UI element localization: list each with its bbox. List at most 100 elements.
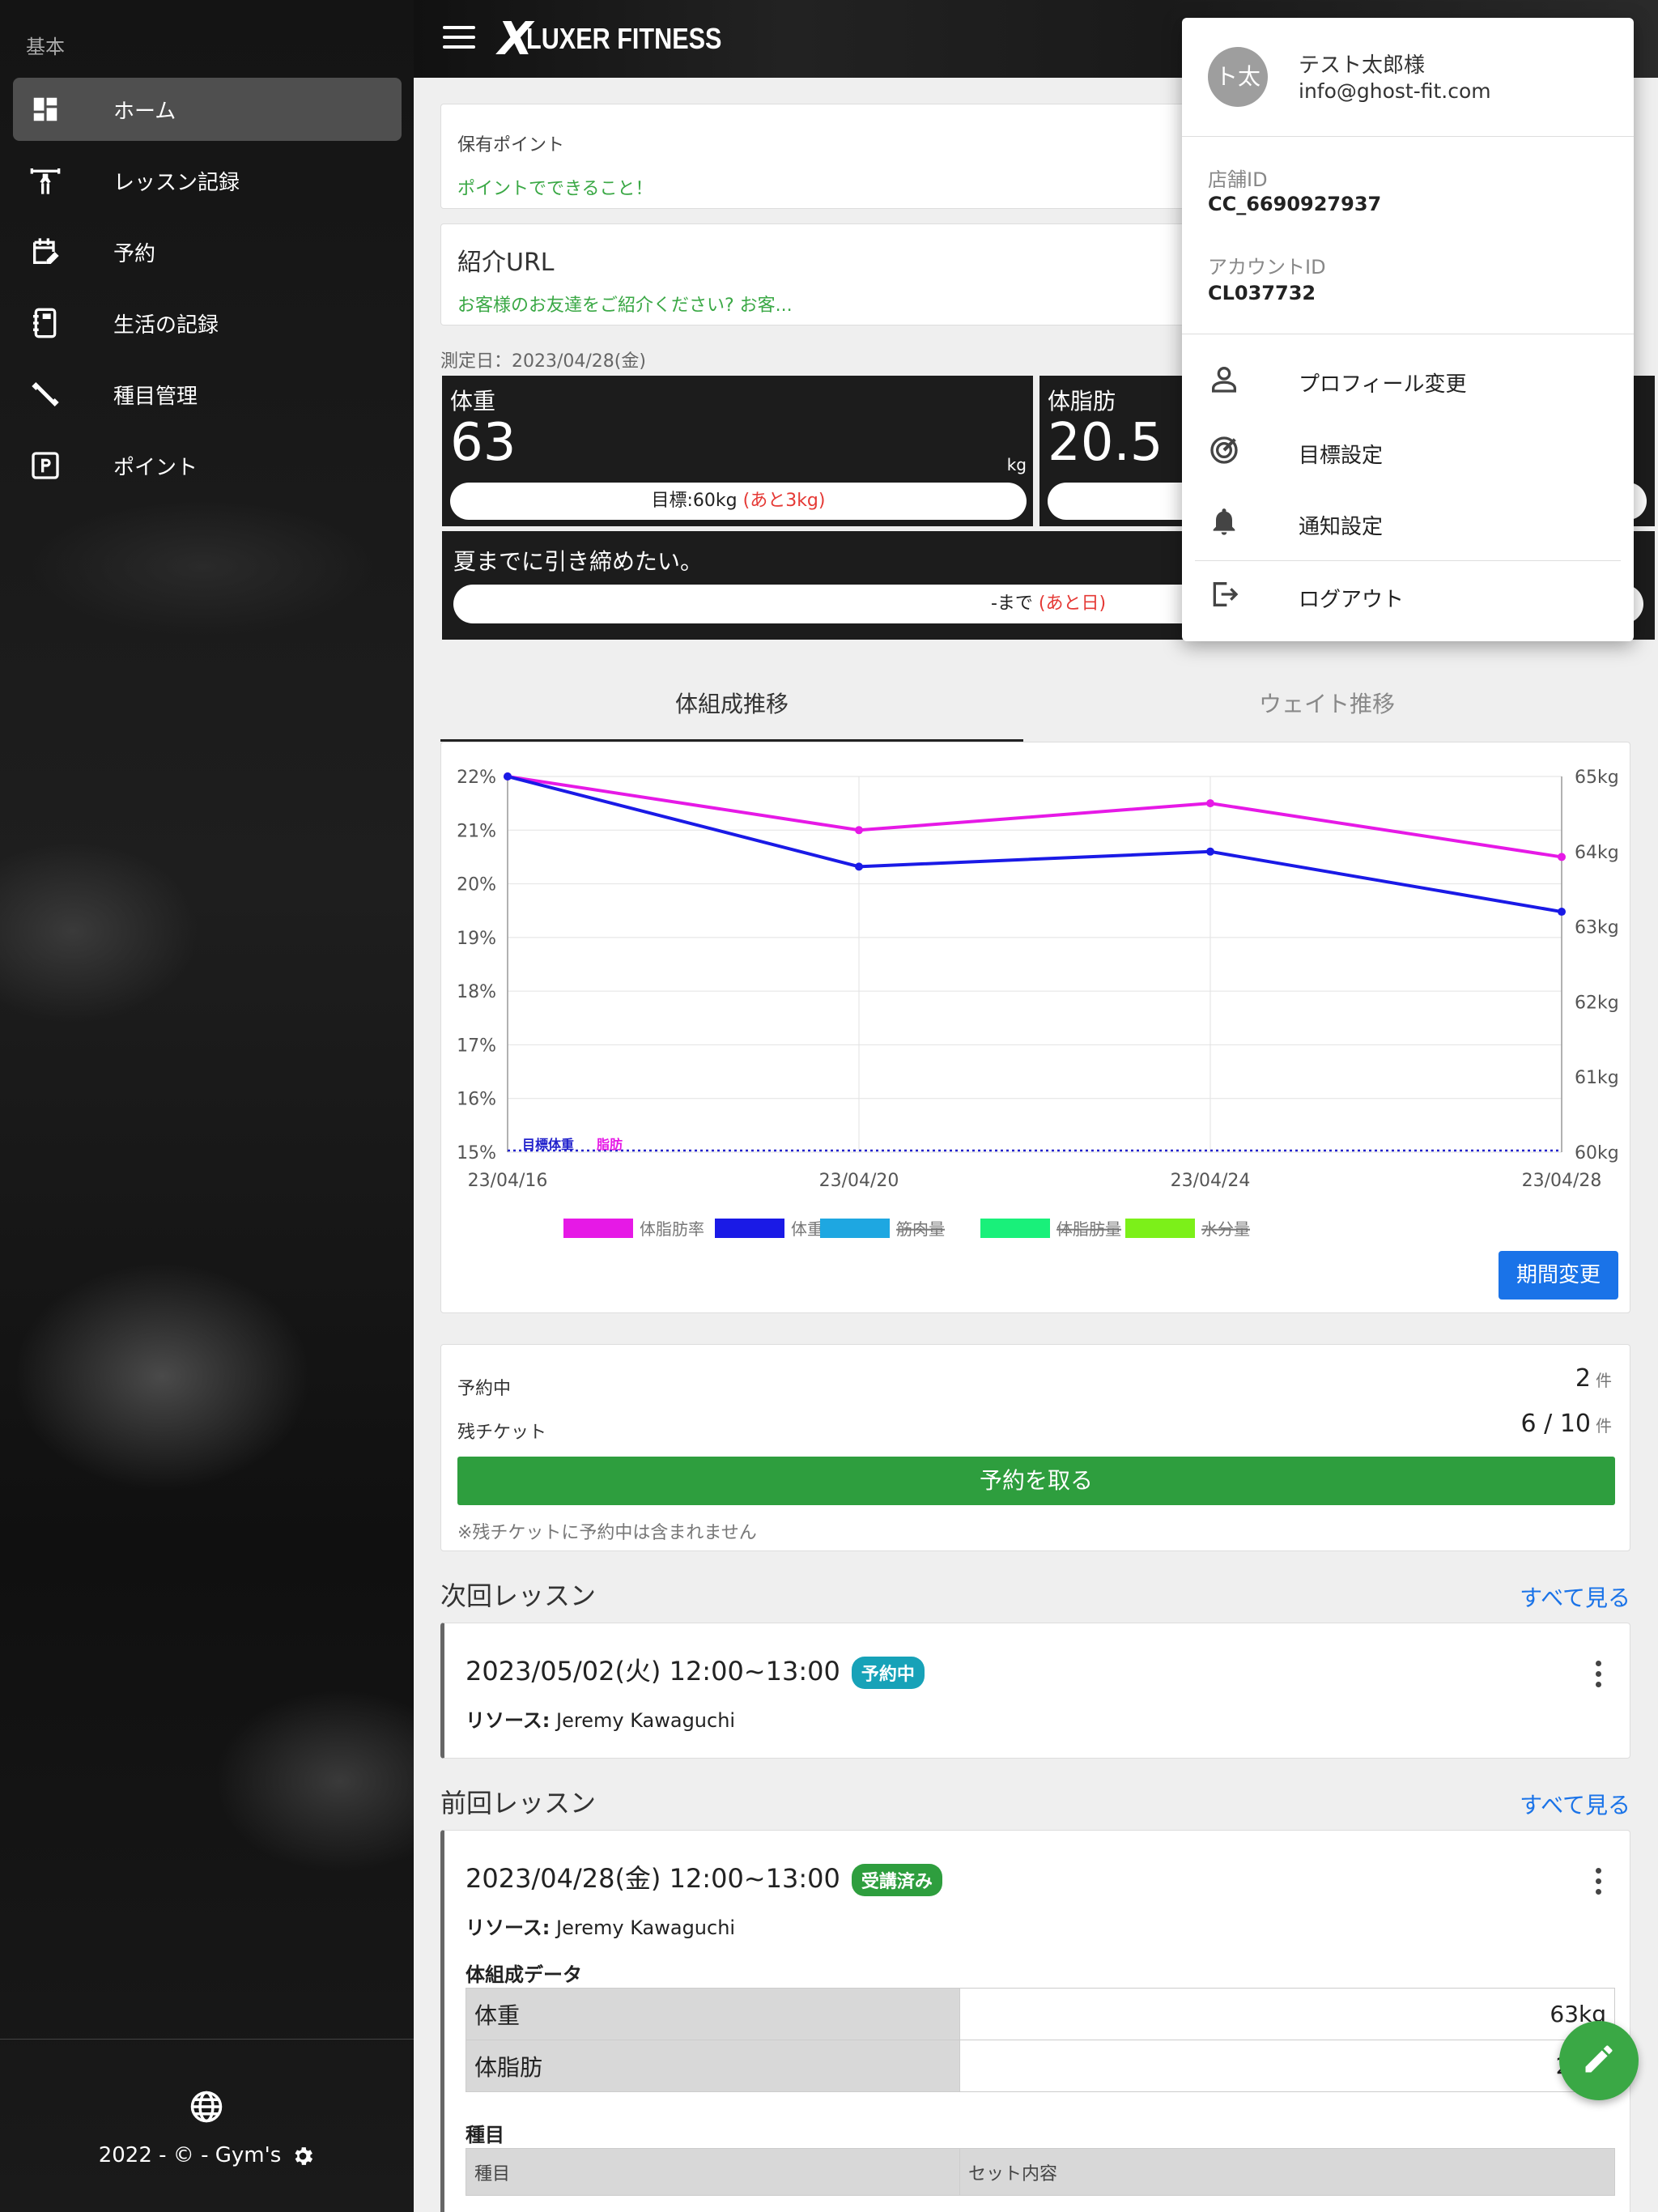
legend-label: 体脂肪率 <box>640 1219 704 1239</box>
y-left-tick-label: 18% <box>457 982 496 1002</box>
table-cell-key: 体重 <box>466 1988 960 2040</box>
goal-text: 夏までに引き締めたい。 <box>453 548 704 575</box>
legend-label: 水分量 <box>1201 1219 1250 1239</box>
notebook-icon <box>28 305 63 341</box>
y-right-tick-label: 60kg <box>1575 1143 1619 1163</box>
divider <box>1195 560 1621 561</box>
table-row: 体脂肪20.5 <box>466 2040 1615 2092</box>
referral-title: 紹介URL <box>457 249 555 277</box>
sidebar-item-label: 予約 <box>113 241 156 266</box>
weight-unit: kg <box>1006 455 1027 474</box>
sidebar-item-exercise-management[interactable]: 種目管理 <box>13 363 402 426</box>
sidebar-item-reservation[interactable]: 予約 <box>13 220 402 283</box>
prev-lesson-see-all-link[interactable]: すべて見る <box>1520 1788 1630 1820</box>
menu-item-logout[interactable]: ログアウト <box>1182 562 1634 627</box>
next-lesson-see-all-link[interactable]: すべて見る <box>1520 1580 1630 1613</box>
globe-icon[interactable] <box>189 2090 223 2124</box>
weight-goal-pill: 目標:60kg (あと3kg) <box>450 483 1027 520</box>
tab-body-composition[interactable]: 体組成推移 <box>440 672 1023 742</box>
x-tick-label: 23/04/16 <box>468 1171 548 1191</box>
more-vert-icon[interactable] <box>1596 1661 1602 1688</box>
make-reservation-button[interactable]: 予約を取る <box>457 1457 1615 1505</box>
data-point <box>1206 847 1214 856</box>
tickets-count: 6 / 10 件 <box>1521 1410 1612 1438</box>
status-badge: 予約中 <box>851 1657 925 1689</box>
table-cell-key: 体脂肪 <box>466 2040 960 2092</box>
prev-lesson-card[interactable]: 2023/04/28(金) 12:00~13:00 受講済み リソース: Jere… <box>440 1830 1630 2212</box>
logo-mark: X <box>498 12 533 66</box>
user-name: テスト太郎様 <box>1299 53 1426 78</box>
referral-link[interactable]: お客様のお友達をご紹介ください? お客... <box>457 291 793 317</box>
legend-label: 筋肉量 <box>896 1219 945 1239</box>
calendar-edit-icon <box>28 234 63 270</box>
exercise-table: 種目 セット内容 <box>466 2148 1615 2196</box>
table-header-cell: セット内容 <box>959 2148 1615 2196</box>
weight-goal-remaining: (あと3kg) <box>742 491 826 511</box>
resource-label: リソース: <box>466 1709 551 1732</box>
avatar: ト太 <box>1208 47 1268 107</box>
y-right-tick-label: 61kg <box>1575 1068 1619 1088</box>
sidebar-item-lesson-records[interactable]: レッスン記録 <box>13 149 402 212</box>
tickets-count-unit: 件 <box>1596 1416 1612 1436</box>
tab-weight-trend[interactable]: ウェイト推移 <box>1023 672 1630 742</box>
pencil-icon <box>1581 2041 1617 2080</box>
menu-item-goal-settings[interactable]: 目標設定 <box>1182 418 1634 483</box>
points-link[interactable]: ポイントでできること！ <box>457 174 653 200</box>
x-tick-label: 23/04/28 <box>1522 1171 1602 1191</box>
sidebar-item-label: 種目管理 <box>113 384 198 409</box>
gear-icon[interactable] <box>291 2144 315 2168</box>
more-vert-icon[interactable] <box>1596 1868 1602 1895</box>
prev-lesson-title: 前回レッスン <box>440 1788 597 1819</box>
weight-value: 63 <box>450 413 517 473</box>
tickets-count-value: 6 / 10 <box>1520 1410 1591 1438</box>
hamburger-menu-icon[interactable] <box>443 26 475 50</box>
sidebar-footer: 2022 - © - Gym's <box>0 2039 414 2212</box>
legend-swatch <box>563 1219 633 1238</box>
logo-text: LUXER FITNESS <box>526 22 722 55</box>
change-period-button[interactable]: 期間変更 <box>1499 1251 1618 1300</box>
sidebar-item-points[interactable]: ポイント <box>13 434 402 497</box>
data-point <box>855 826 863 835</box>
y-right-tick-label: 62kg <box>1575 993 1619 1013</box>
sidebar-item-label: 生活の記録 <box>113 313 219 338</box>
y-left-tick-label: 20% <box>457 875 496 895</box>
legend-swatch <box>980 1219 1050 1238</box>
menu-item-profile[interactable]: プロフィール変更 <box>1182 347 1634 411</box>
weight-label: 体重 <box>450 388 496 415</box>
tickets-label: 残チケット <box>457 1423 547 1443</box>
next-lesson-card[interactable]: 2023/05/02(火) 12:00~13:00 予約中 リソース: Jerem… <box>440 1623 1630 1759</box>
sidebar-item-life-records[interactable]: 生活の記録 <box>13 291 402 355</box>
resource-value: Jeremy Kawaguchi <box>556 1916 736 1939</box>
table-header-cell: 種目 <box>466 2148 960 2196</box>
weightlifter-icon <box>28 163 63 198</box>
brand-logo: X LUXER FITNESS <box>498 12 756 66</box>
dashboard-icon <box>28 91 63 127</box>
resource-value: Jeremy Kawaguchi <box>556 1709 736 1732</box>
data-point <box>1558 908 1566 917</box>
booking-card: 予約中 残チケット 2件 6 / 10 件 予約を取る ※残チケットに予約中は含ま… <box>440 1344 1630 1551</box>
body-comp-table: 体重63kg 体脂肪20.5 <box>466 1988 1615 2092</box>
y-left-tick-label: 21% <box>457 821 496 841</box>
menu-item-label: ログアウト <box>1299 588 1405 612</box>
tickets-note: ※残チケットに予約中は含まれません <box>457 1523 757 1543</box>
series-line <box>507 775 1562 914</box>
parking-p-icon <box>28 448 63 483</box>
sidebar-section-label: 基本 <box>26 36 65 58</box>
legend-swatch <box>820 1219 890 1238</box>
sidebar-item-home[interactable]: ホーム <box>13 78 402 141</box>
y-right-tick-label: 63kg <box>1575 918 1619 938</box>
goal-deadline-text: -まで <box>990 593 1039 614</box>
data-point <box>1206 799 1214 808</box>
menu-item-notification-settings[interactable]: 通知設定 <box>1182 489 1634 554</box>
weight-tile: 体重 63 kg 目標:60kg (あと3kg) <box>442 376 1033 526</box>
edit-fab-button[interactable] <box>1559 2021 1639 2100</box>
reserved-count: 2件 <box>1575 1364 1612 1393</box>
status-badge: 受講済み <box>851 1864 942 1896</box>
body-composition-chart-card: 22% 21% 20% 19% 18% 17% 16% 15% 65kg 64kg 63kg 62kg… <box>440 742 1630 1313</box>
x-tick-label: 23/04/20 <box>819 1171 899 1191</box>
reserved-label: 予約中 <box>457 1379 512 1399</box>
sidebar-item-label: ホーム <box>113 99 176 124</box>
account-id-value: CL037732 <box>1208 282 1316 304</box>
divider <box>1182 136 1634 137</box>
body-composition-chart: 22% 21% 20% 19% 18% 17% 16% 15% 65kg 64kg 63kg 62kg… <box>457 768 1619 1239</box>
